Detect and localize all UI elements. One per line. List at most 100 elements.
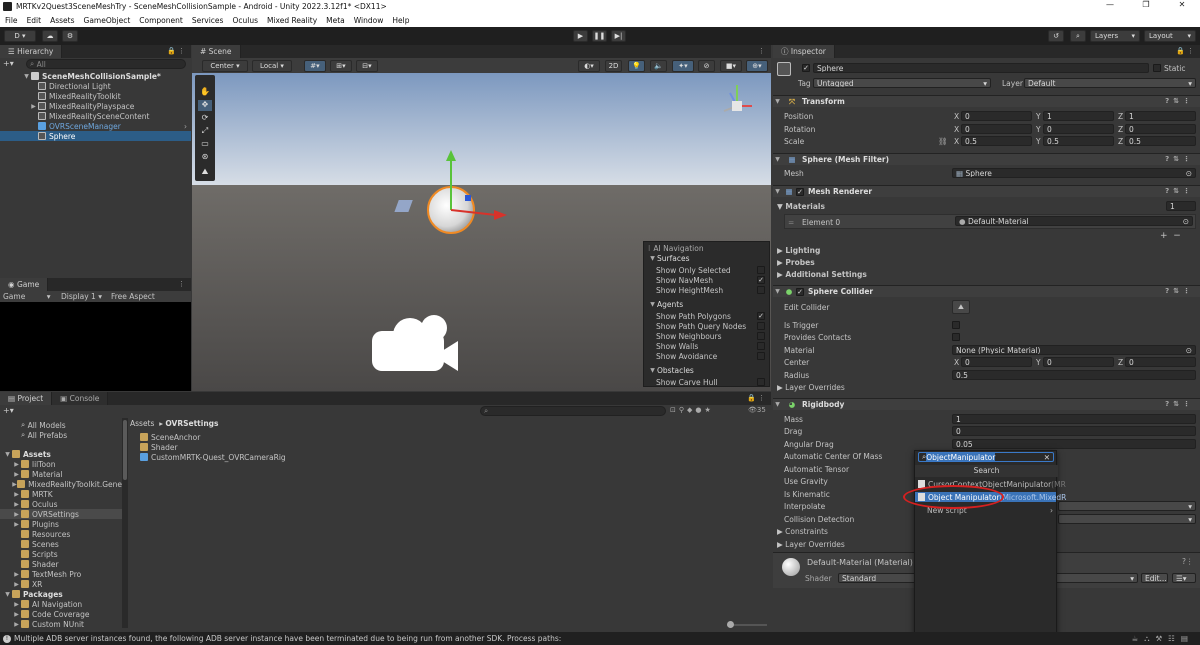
overlay-section-obstacles[interactable]: ▼ Obstacles [644, 365, 769, 375]
link-icon[interactable]: ⛓ [938, 137, 948, 146]
hierarchy-search-input[interactable]: ⌕ All [26, 59, 186, 69]
overlay-item[interactable]: Show Only Selected [644, 265, 769, 275]
snap-toggle[interactable]: ⊞▾ [330, 60, 352, 72]
menu-services[interactable]: Services [192, 16, 224, 25]
menu-help[interactable]: Help [392, 16, 409, 25]
scale-tool-icon[interactable]: ⤢ [198, 126, 212, 137]
package-item[interactable]: ▶ Code Coverage [0, 609, 122, 619]
additional-settings-foldout[interactable]: ▶ Additional Settings [777, 270, 867, 279]
hierarchy-item[interactable]: ▶ MixedRealityPlayspace [0, 101, 191, 111]
overlay-title[interactable]: ⁝ AI Navigation [644, 243, 769, 253]
favorite-item[interactable]: ⌕ All Models [0, 420, 122, 430]
panel-menu-icon[interactable]: ⋮ [178, 280, 185, 288]
constraints-foldout[interactable]: ▶ Constraints [777, 527, 828, 536]
rb-layer-overrides-foldout[interactable]: ▶ Layer Overrides [777, 540, 845, 549]
panel-menu-icon[interactable]: 🔒 ⋮ [167, 47, 185, 55]
menu-file[interactable]: File [5, 16, 18, 25]
custom-tool-icon[interactable]: ⛰ [198, 167, 212, 178]
overlay-item[interactable]: Show NavMesh ✓ [644, 275, 769, 285]
layers-dropdown[interactable]: Layers ▾ [1090, 30, 1140, 42]
object-picker-icon[interactable]: ⊙ [1186, 169, 1192, 177]
breadcrumb-assets[interactable]: Assets [130, 419, 154, 428]
create-button[interactable]: +▾ [3, 406, 14, 415]
material-menu-icon[interactable]: ?⋮ [1182, 557, 1193, 566]
status-bar[interactable]: ! Multiple ADB server instances found, t… [0, 632, 1200, 645]
clear-search-icon[interactable]: ✕ [1044, 453, 1050, 461]
rotation-label[interactable]: Rotation [784, 125, 815, 134]
physic-material-field[interactable]: None (Physic Material) ⊙ [952, 345, 1196, 355]
mesh-field[interactable]: ▦ Sphere ⊙ [952, 168, 1196, 178]
hierarchy-item[interactable]: MixedRealitySceneContent [0, 111, 191, 121]
overlay-checkbox[interactable] [757, 322, 765, 330]
folder-item[interactable]: ▶ Plugins [0, 519, 122, 529]
component-menu-icons[interactable]: ?⇅⋮ [1165, 187, 1194, 195]
overlay-checkbox[interactable] [757, 342, 765, 350]
overlay-section-agents[interactable]: ▼ Agents [644, 299, 769, 309]
lighting-foldout[interactable]: ▶ Lighting [777, 246, 820, 255]
display-dropdown[interactable]: Display 1 ▾ [61, 292, 107, 301]
component-menu-icons[interactable]: ?⇅⋮ [1165, 287, 1194, 295]
mesh-renderer-header[interactable]: ▼ ▦ ✓ Mesh Renderer ?⇅⋮ [773, 185, 1200, 197]
menu-meta[interactable]: Meta [326, 16, 345, 25]
menu-mixed-reality[interactable]: Mixed Reality [267, 16, 317, 25]
mass-input[interactable]: 1 [952, 414, 1196, 424]
cloud-icon[interactable]: ☁ [42, 30, 58, 42]
file-item[interactable]: CustomMRTK-Quest_OVRCameraRig [140, 452, 340, 462]
layer-dropdown[interactable]: Default ▾ [1024, 78, 1196, 88]
overlay-checkbox-checked[interactable]: ✓ [757, 276, 765, 284]
file-item[interactable]: Shader [140, 442, 340, 452]
layout-dropdown[interactable]: Layout ▾ [1144, 30, 1196, 42]
filter-icons[interactable]: ⊡⚲◆●★ [670, 406, 714, 414]
edit-collider-button[interactable]: ⛰ [952, 300, 970, 314]
overlay-checkbox-checked[interactable]: ✓ [757, 312, 765, 320]
overlay-item[interactable]: Show HeightMesh [644, 285, 769, 295]
center-y-input[interactable]: 0 [1043, 357, 1114, 367]
tree-scrollbar[interactable] [122, 418, 128, 628]
folder-item[interactable]: Shader [0, 559, 122, 569]
tab-game[interactable]: ◉ Game [0, 278, 49, 291]
add-button[interactable]: +▾ [3, 59, 15, 69]
close-button[interactable]: ✕ [1164, 0, 1200, 13]
effects-dropdown[interactable]: ✦▾ [672, 60, 694, 72]
status-icons[interactable]: ☕⛬⚒☷▤ [1131, 634, 1194, 644]
favorite-item[interactable]: ⌕ All Prefabs [0, 430, 122, 440]
drag-label[interactable]: Drag [784, 427, 802, 436]
overlay-checkbox[interactable] [757, 266, 765, 274]
pause-button[interactable]: ❚❚ [592, 30, 607, 42]
overlay-checkbox[interactable] [757, 378, 765, 386]
menu-assets[interactable]: Assets [50, 16, 74, 25]
element-material-field[interactable]: ● Default-Material ⊙ [955, 216, 1193, 226]
camera-dropdown[interactable]: ■▾ [720, 60, 742, 72]
rotation-z-input[interactable]: 0 [1125, 124, 1196, 134]
scene-root[interactable]: ▼ SceneMeshCollisionSample* [0, 71, 191, 81]
radius-input[interactable]: 0.5 [952, 370, 1196, 380]
folder-item[interactable]: Scripts [0, 549, 122, 559]
packages-root[interactable]: ▼ Packages [0, 589, 122, 599]
lighting-toggle[interactable]: 💡 [628, 60, 645, 72]
overlay-item[interactable]: Show Path Polygons ✓ [644, 311, 769, 321]
rotation-y-input[interactable]: 0 [1043, 124, 1114, 134]
menu-component[interactable]: Component [139, 16, 183, 25]
tab-hierarchy[interactable]: ☰ Hierarchy [0, 45, 63, 58]
center-x-input[interactable]: 0 [961, 357, 1032, 367]
add-element-button[interactable]: + − [1160, 231, 1181, 241]
tab-console[interactable]: ▣ Console [52, 392, 109, 405]
sphere-collider-header[interactable]: ▼ ● ✓ Sphere Collider ?⇅⋮ [773, 285, 1200, 297]
folder-item-selected[interactable]: ▶ OVRSettings [0, 509, 122, 519]
hand-tool-icon[interactable]: ✋ [198, 87, 212, 98]
scale-x-input[interactable]: 0.5 [961, 136, 1032, 146]
active-checkbox[interactable]: ✓ [802, 64, 810, 72]
step-button[interactable]: ▶| [611, 30, 626, 42]
folder-item[interactable]: ▶ Material [0, 469, 122, 479]
folder-item[interactable]: ▶ XR [0, 579, 122, 589]
tab-scene[interactable]: # Scene [192, 45, 241, 58]
aspect-dropdown[interactable]: Free Aspect [111, 292, 155, 301]
hierarchy-item[interactable]: Directional Light [0, 81, 191, 91]
overlay-item[interactable]: Show Carve Hull [644, 377, 769, 387]
materials-count-input[interactable]: 1 [1166, 201, 1196, 211]
search-icon[interactable]: ⌕ [1070, 30, 1086, 42]
drag-handle-icon[interactable]: ⁝ [648, 244, 650, 253]
folder-item[interactable]: ▶ TextMesh Pro [0, 569, 122, 579]
folder-item[interactable]: Scenes [0, 539, 122, 549]
tab-project[interactable]: ▤ Project [0, 392, 53, 405]
